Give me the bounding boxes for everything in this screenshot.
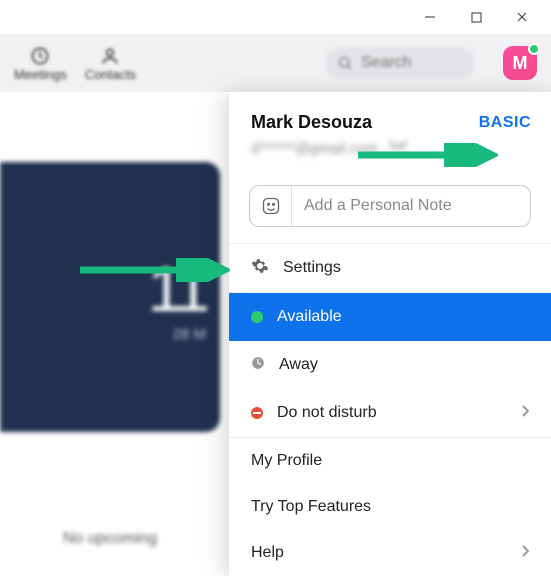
no-upcoming-text: No upcoming (0, 530, 220, 548)
search-input[interactable]: Search (325, 47, 475, 79)
maximize-icon (471, 12, 482, 23)
menu-my-profile-label: My Profile (251, 452, 322, 470)
status-away-icon (251, 356, 265, 375)
hide-email-icon[interactable] (388, 139, 408, 157)
window-minimize-button[interactable] (407, 2, 453, 32)
avatar-initial: M (513, 53, 528, 74)
minimize-icon (424, 11, 436, 23)
menu-settings-label: Settings (283, 259, 341, 277)
profile-dropdown: Mark Desouza BASIC d******@gmail.com Add… (229, 92, 551, 576)
status-away-label: Away (279, 356, 318, 374)
personal-note-field[interactable]: Add a Personal Note (249, 185, 531, 227)
chevron-right-icon (521, 404, 529, 422)
tab-contacts[interactable]: Contacts (85, 45, 136, 82)
menu-try-top-features[interactable]: Try Top Features (229, 484, 551, 530)
menu-my-profile[interactable]: My Profile (229, 438, 551, 484)
status-dnd-label: Do not disturb (277, 404, 377, 422)
search-icon (337, 55, 353, 71)
user-email: d******@gmail.com (251, 140, 378, 157)
status-available[interactable]: Available (229, 293, 551, 341)
profile-avatar[interactable]: M (503, 46, 537, 80)
tab-contacts-label: Contacts (85, 67, 136, 82)
status-dnd-icon (251, 407, 263, 419)
gear-icon (251, 257, 269, 280)
chevron-right-icon (521, 544, 529, 562)
window-close-button[interactable] (499, 2, 545, 32)
status-do-not-disturb[interactable]: Do not disturb (229, 389, 551, 437)
tab-meetings[interactable]: Meetings (14, 45, 67, 82)
tab-meetings-label: Meetings (14, 67, 67, 82)
emoji-icon[interactable] (250, 186, 292, 226)
menu-try-top-label: Try Top Features (251, 498, 371, 516)
window-titlebar (0, 0, 551, 34)
user-name: Mark Desouza (251, 112, 372, 133)
menu-help-label: Help (251, 544, 284, 562)
window-maximize-button[interactable] (453, 2, 499, 32)
clock-icon (29, 45, 51, 67)
clock-date: 28 M (173, 326, 206, 343)
plan-badge: BASIC (479, 114, 531, 132)
status-away[interactable]: Away (229, 341, 551, 389)
top-bar: Meetings Contacts Search M (0, 34, 551, 92)
menu-settings[interactable]: Settings (229, 244, 551, 292)
presence-indicator (528, 43, 540, 55)
status-available-icon (251, 311, 263, 323)
home-clock-card: 11 28 M (0, 162, 220, 432)
status-available-label: Available (277, 308, 342, 326)
clock-time: 11 (148, 252, 206, 326)
contacts-icon (99, 45, 121, 67)
personal-note-placeholder: Add a Personal Note (292, 197, 530, 215)
search-placeholder: Search (361, 54, 412, 72)
menu-help[interactable]: Help (229, 530, 551, 576)
close-icon (516, 11, 528, 23)
